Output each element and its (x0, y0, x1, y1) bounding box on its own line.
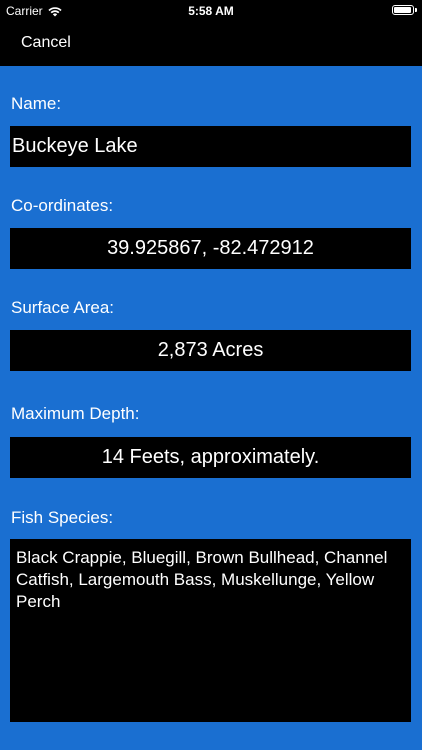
coordinates-field[interactable]: 39.925867, -82.472912 (10, 228, 411, 269)
navigation-bar: Cancel (0, 22, 422, 66)
name-label: Name: (11, 94, 62, 113)
cancel-button[interactable]: Cancel (21, 34, 71, 52)
coordinates-label: Co-ordinates: (11, 196, 114, 215)
lake-details-form: Name: Buckeye Lake Co-ordinates: 39.9258… (0, 66, 422, 750)
status-bar: Carrier 5:58 AM (0, 0, 422, 22)
name-field[interactable]: Buckeye Lake (10, 126, 411, 167)
surface-area-field[interactable]: 2,873 Acres (10, 330, 411, 371)
status-time: 5:58 AM (188, 4, 234, 18)
battery-icon (392, 5, 417, 15)
maximum-depth-label: Maximum Depth: (11, 404, 140, 423)
maximum-depth-field[interactable]: 14 Feets, approximately. (10, 437, 411, 478)
fish-species-textarea[interactable]: Black Crappie, Bluegill, Brown Bullhead,… (10, 539, 411, 722)
fish-species-label: Fish Species: (11, 508, 114, 527)
surface-area-label: Surface Area: (11, 298, 115, 317)
